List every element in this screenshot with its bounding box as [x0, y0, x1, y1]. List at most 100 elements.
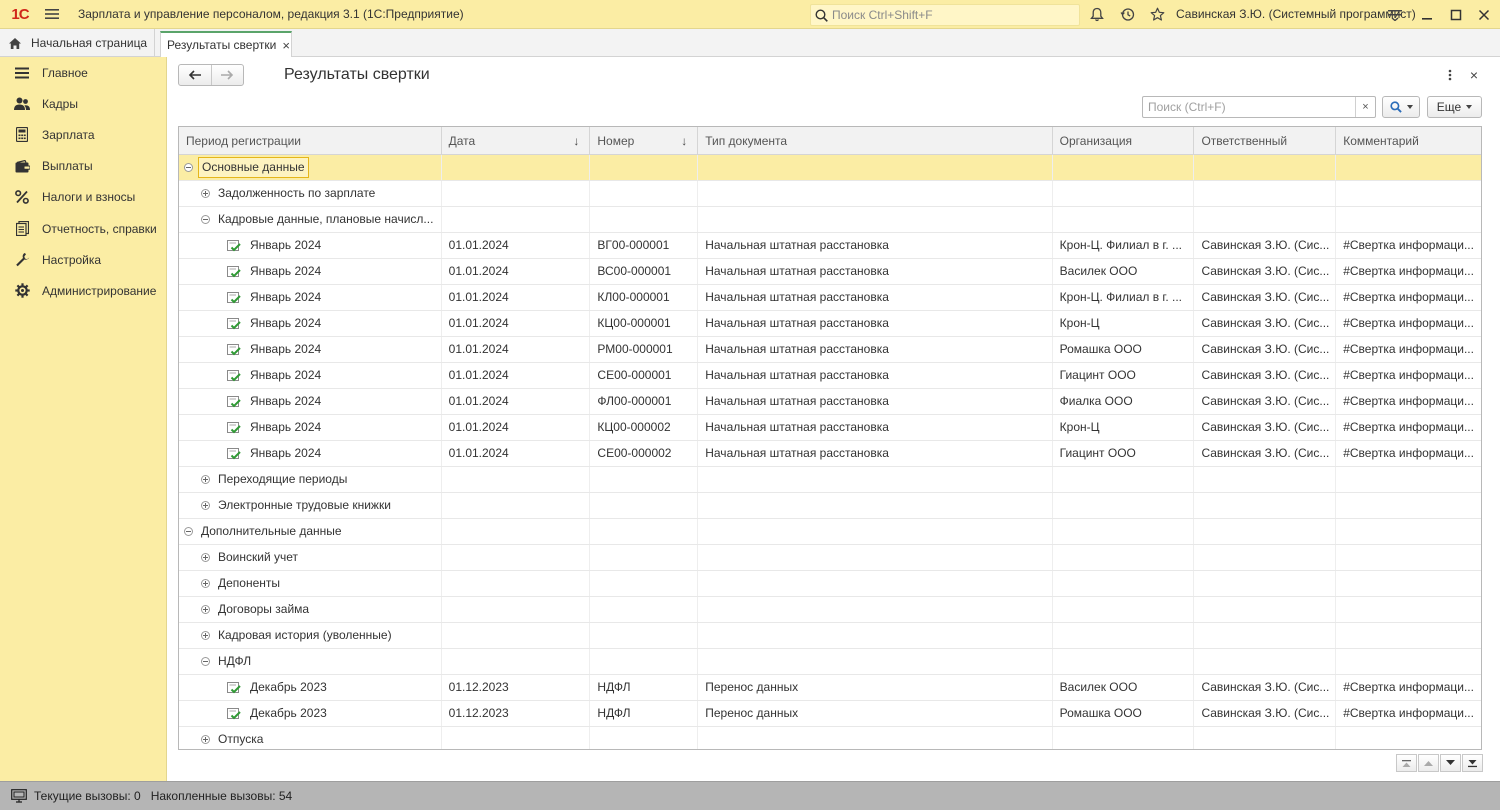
table-cell: 01.01.2024 — [442, 389, 591, 414]
settings-menu-icon[interactable] — [1381, 0, 1409, 29]
table-cell: Начальная штатная расстановка — [698, 363, 1053, 388]
scroll-first-button[interactable] — [1396, 754, 1417, 772]
column-header-comment[interactable]: Комментарий — [1336, 127, 1481, 155]
table-group-row[interactable]: Задолженность по зарплате — [179, 181, 1481, 207]
scroll-down-button[interactable] — [1440, 754, 1461, 772]
maximize-icon[interactable] — [1442, 0, 1470, 29]
tab-close-icon[interactable]: × — [282, 38, 290, 53]
global-search-input[interactable]: Поиск Ctrl+Shift+F — [810, 4, 1080, 26]
form-close-icon[interactable]: × — [1467, 65, 1481, 85]
table-cell — [590, 493, 699, 518]
search-icon — [1389, 101, 1402, 113]
sidebar-item-hr[interactable]: Кадры — [0, 88, 166, 119]
back-button[interactable] — [179, 65, 212, 85]
expand-icon[interactable] — [201, 631, 210, 640]
sidebar-item-salary[interactable]: Зарплата — [0, 119, 166, 150]
clear-search-icon[interactable]: × — [1355, 97, 1375, 117]
table-group-row[interactable]: Воинский учет — [179, 545, 1481, 571]
expand-icon[interactable] — [201, 735, 210, 744]
sidebar-item-admin[interactable]: Администрирование — [0, 275, 166, 306]
column-header-number[interactable]: Номер ↓ — [590, 127, 699, 155]
collapse-icon[interactable] — [184, 163, 193, 172]
table-row[interactable]: Январь 2024 01.01.2024 ФЛ00-000001 Начальна… — [179, 389, 1481, 415]
table-cell: Крон-Ц. Филиал в г. ... — [1053, 233, 1195, 258]
column-header-date[interactable]: Дата ↓ — [442, 127, 591, 155]
current-user[interactable]: Савинская З.Ю. (Системный программист) — [1176, 0, 1416, 29]
form-menu-icon[interactable] — [1443, 65, 1457, 85]
table-row[interactable]: Январь 2024 01.01.2024 СЕ00-000001 Начальна… — [179, 363, 1481, 389]
list-search-input[interactable]: Поиск (Ctrl+F) — [1142, 96, 1376, 118]
find-button[interactable] — [1382, 96, 1420, 118]
sidebar-item-main[interactable]: Главное — [0, 57, 166, 88]
table-cell — [442, 623, 591, 648]
sidebar-item-settings[interactable]: Настройка — [0, 244, 166, 275]
column-header-period[interactable]: Период регистрации — [179, 127, 442, 155]
history-icon[interactable] — [1113, 0, 1141, 29]
search-icon — [815, 8, 828, 22]
main-menu-icon[interactable] — [40, 0, 64, 29]
results-table: Период регистрации Дата ↓ Номер ↓ Тип доку… — [178, 126, 1482, 750]
table-group-row[interactable]: Кадровые данные, плановые начисл... — [179, 207, 1481, 233]
table-group-row[interactable]: Кадровая история (уволенные) — [179, 623, 1481, 649]
table-cell — [1194, 597, 1337, 622]
table-group-row[interactable]: НДФЛ — [179, 649, 1481, 675]
column-header-doc-type[interactable]: Тип документа — [698, 127, 1053, 155]
table-row[interactable]: Январь 2024 01.01.2024 ВС00-000001 Начальна… — [179, 259, 1481, 285]
expand-icon[interactable] — [201, 475, 210, 484]
column-header-responsible[interactable]: Ответственный — [1194, 127, 1337, 155]
table-group-row[interactable]: Основные данные — [179, 155, 1481, 181]
more-button[interactable]: Еще — [1427, 96, 1482, 118]
table-cell — [590, 649, 699, 674]
sidebar-item-payments[interactable]: Выплаты — [0, 151, 166, 182]
table-cell: #Свертка информаци... — [1343, 290, 1474, 304]
tree-label: Январь 2024 — [250, 264, 322, 278]
minimize-icon[interactable] — [1413, 0, 1441, 29]
table-cell: #Свертка информаци... — [1343, 316, 1474, 330]
table-row[interactable]: Декабрь 2023 01.12.2023 НДФЛ Перенос данных… — [179, 701, 1481, 727]
table-row[interactable]: Январь 2024 01.01.2024 РМ00-000001 Начальна… — [179, 337, 1481, 363]
table-group-row[interactable]: Дополнительные данные — [179, 519, 1481, 545]
expand-icon[interactable] — [201, 579, 210, 588]
table-group-row[interactable]: Договоры займа — [179, 597, 1481, 623]
forward-button[interactable] — [212, 65, 244, 85]
expand-icon[interactable] — [201, 501, 210, 510]
sidebar-item-taxes[interactable]: Налоги и взносы — [0, 182, 166, 213]
scroll-up-button[interactable] — [1418, 754, 1439, 772]
scroll-last-button[interactable] — [1462, 754, 1483, 772]
tree-label: Кадровые данные, плановые начисл... — [218, 212, 434, 226]
table-row[interactable]: Январь 2024 01.01.2024 ВГ00-000001 Начальна… — [179, 233, 1481, 259]
table-cell: Основные данные — [179, 155, 442, 180]
table-cell: Крон-Ц — [1053, 311, 1195, 336]
sidebar-item-reports[interactable]: Отчетность, справки — [0, 213, 166, 244]
collapse-icon[interactable] — [201, 215, 210, 224]
table-row[interactable]: Январь 2024 01.01.2024 КЦ00-000002 Начальна… — [179, 415, 1481, 441]
table-group-row[interactable]: Переходящие периоды — [179, 467, 1481, 493]
expand-icon[interactable] — [201, 189, 210, 198]
window-close-icon[interactable] — [1470, 0, 1498, 29]
expand-icon[interactable] — [201, 553, 210, 562]
sidebar-item-label: Отчетность, справки — [42, 221, 157, 236]
tree-label: Декабрь 2023 — [250, 680, 327, 694]
table-cell — [442, 155, 591, 180]
page-title: Результаты свертки — [284, 66, 430, 83]
monitor-icon[interactable] — [8, 787, 30, 805]
table-group-row[interactable]: Отпуска — [179, 727, 1481, 749]
star-icon[interactable] — [1143, 0, 1171, 29]
collapse-icon[interactable] — [201, 657, 210, 666]
table-group-row[interactable]: Электронные трудовые книжки — [179, 493, 1481, 519]
column-header-organization[interactable]: Организация — [1053, 127, 1195, 155]
table-group-row[interactable]: Депоненты — [179, 571, 1481, 597]
last-page-icon — [1468, 759, 1477, 767]
tab-results[interactable]: Результаты свертки × — [160, 31, 292, 57]
expand-icon[interactable] — [201, 605, 210, 614]
table-row[interactable]: Январь 2024 01.01.2024 СЕ00-000002 Начальна… — [179, 441, 1481, 467]
tree-label: Январь 2024 — [250, 342, 322, 356]
gear-icon — [14, 283, 30, 299]
table-row[interactable]: Январь 2024 01.01.2024 КЛ00-000001 Начальна… — [179, 285, 1481, 311]
table-row[interactable]: Декабрь 2023 01.12.2023 НДФЛ Перенос данных… — [179, 675, 1481, 701]
tab-home[interactable]: Начальная страница — [0, 29, 155, 57]
table-row[interactable]: Январь 2024 01.01.2024 КЦ00-000001 Начальна… — [179, 311, 1481, 337]
collapse-icon[interactable] — [184, 527, 193, 536]
posted-document-icon — [227, 447, 241, 459]
bell-icon[interactable] — [1083, 0, 1111, 29]
